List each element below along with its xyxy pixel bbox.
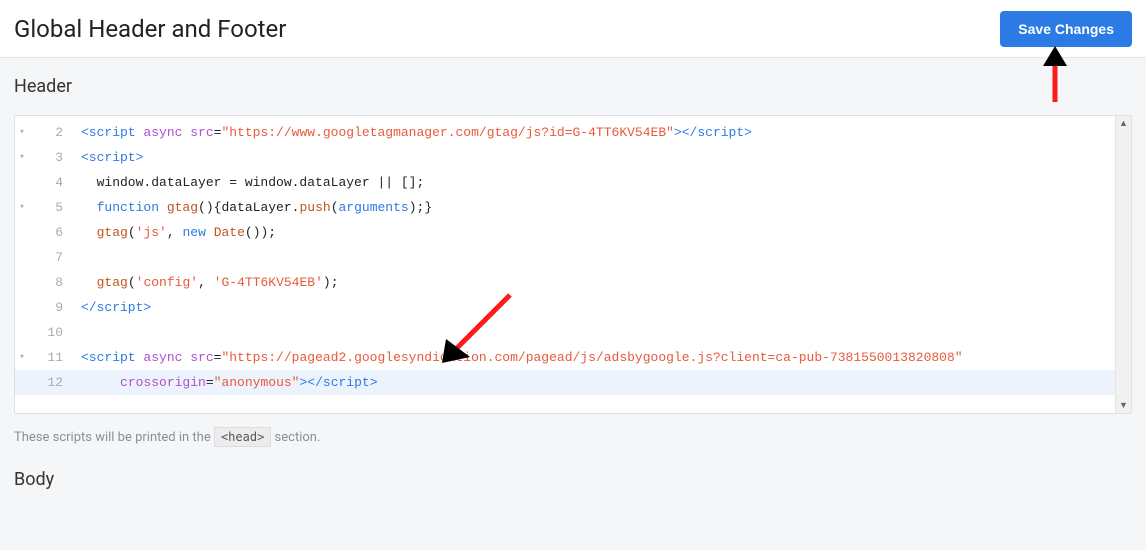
- code-line[interactable]: 4 window.dataLayer = window.dataLayer ||…: [15, 170, 1131, 195]
- fold-gutter-icon[interactable]: ▾: [15, 145, 29, 170]
- code-line[interactable]: 10: [15, 320, 1131, 345]
- line-number: 2: [29, 120, 73, 145]
- scroll-down-icon[interactable]: ▼: [1119, 400, 1128, 411]
- hint-head-tag: <head>: [214, 427, 271, 447]
- line-number: 3: [29, 145, 73, 170]
- code-line[interactable]: ▾5 function gtag(){dataLayer.push(argume…: [15, 195, 1131, 220]
- body-section: Body: [0, 445, 1146, 490]
- line-number: 8: [29, 270, 73, 295]
- code-content[interactable]: gtag('config', 'G-4TT6KV54EB');: [73, 270, 1131, 295]
- top-bar: Global Header and Footer Save Changes: [0, 0, 1146, 58]
- code-lines[interactable]: ▾2<script async src="https://www.googlet…: [15, 116, 1131, 413]
- header-code-editor[interactable]: ▾2<script async src="https://www.googlet…: [14, 115, 1132, 414]
- line-number: 7: [29, 245, 73, 270]
- fold-gutter-icon[interactable]: ▾: [15, 345, 29, 370]
- code-content[interactable]: function gtag(){dataLayer.push(arguments…: [73, 195, 1131, 220]
- line-number: 5: [29, 195, 73, 220]
- code-line[interactable]: 9</script>: [15, 295, 1131, 320]
- hint-prefix: These scripts will be printed in the: [14, 430, 214, 445]
- code-content[interactable]: <script async src="https://pagead2.googl…: [73, 345, 1131, 370]
- code-content[interactable]: window.dataLayer = window.dataLayer || […: [73, 170, 1131, 195]
- code-content[interactable]: </script>: [73, 295, 1131, 320]
- code-content[interactable]: crossorigin="anonymous"></script>: [73, 370, 1131, 395]
- page-title: Global Header and Footer: [14, 15, 286, 43]
- hint-suffix: section.: [271, 430, 320, 445]
- editor-scrollbar[interactable]: ▲ ▼: [1115, 116, 1131, 413]
- save-changes-button[interactable]: Save Changes: [1000, 11, 1132, 47]
- line-number: 4: [29, 170, 73, 195]
- code-content[interactable]: gtag('js', new Date());: [73, 220, 1131, 245]
- code-line[interactable]: 8 gtag('config', 'G-4TT6KV54EB');: [15, 270, 1131, 295]
- header-hint: These scripts will be printed in the <he…: [14, 430, 1132, 445]
- code-line[interactable]: ▾3<script>: [15, 145, 1131, 170]
- code-line[interactable]: 6 gtag('js', new Date());: [15, 220, 1131, 245]
- code-line[interactable]: 7: [15, 245, 1131, 270]
- fold-gutter-icon[interactable]: ▾: [15, 120, 29, 145]
- line-number: 12: [29, 370, 73, 395]
- line-number: 10: [29, 320, 73, 345]
- body-section-title: Body: [14, 469, 1132, 490]
- code-line[interactable]: ▾11<script async src="https://pagead2.go…: [15, 345, 1131, 370]
- code-content[interactable]: <script>: [73, 145, 1131, 170]
- header-section-title: Header: [14, 76, 1132, 97]
- code-content[interactable]: <script async src="https://www.googletag…: [73, 120, 1131, 145]
- header-section: Header ▾2<script async src="https://www.…: [0, 58, 1146, 445]
- fold-gutter-icon[interactable]: ▾: [15, 195, 29, 220]
- line-number: 9: [29, 295, 73, 320]
- scroll-up-icon[interactable]: ▲: [1119, 118, 1128, 129]
- code-line[interactable]: ▾2<script async src="https://www.googlet…: [15, 120, 1131, 145]
- line-number: 6: [29, 220, 73, 245]
- line-number: 11: [29, 345, 73, 370]
- code-line[interactable]: 12 crossorigin="anonymous"></script>: [15, 370, 1131, 395]
